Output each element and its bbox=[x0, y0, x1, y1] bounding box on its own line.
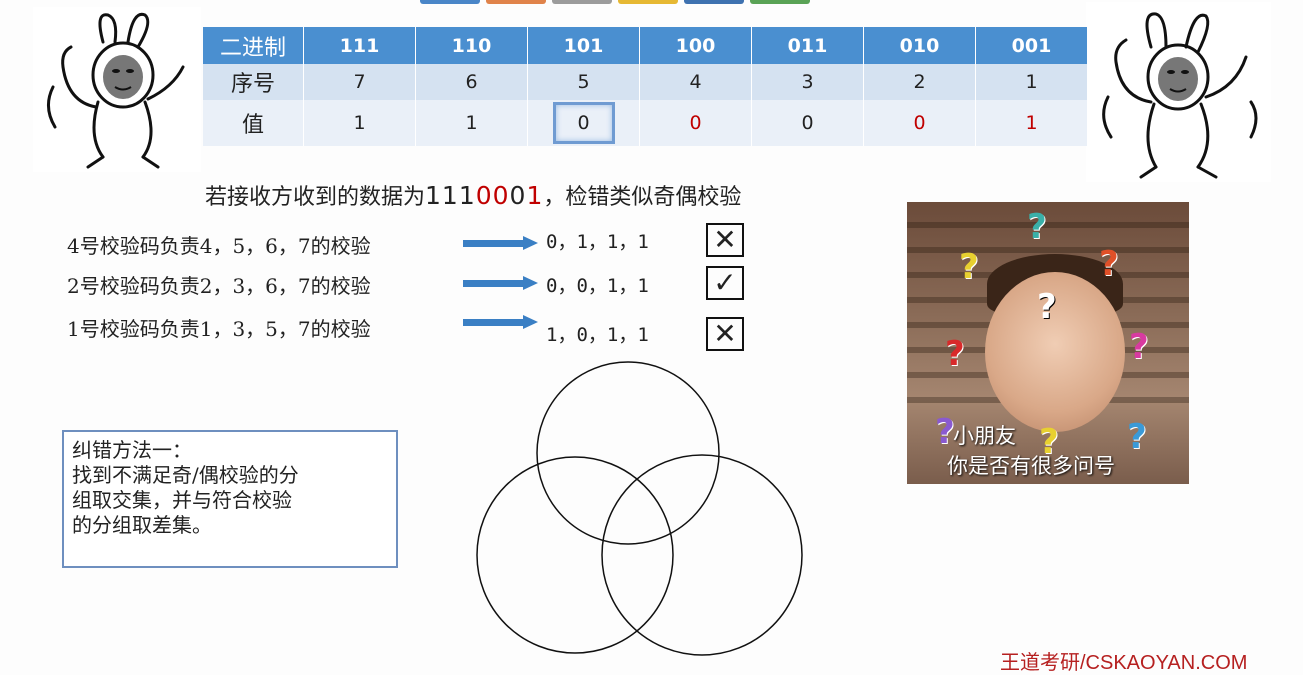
arrow-icon bbox=[463, 315, 538, 329]
binary-cell: 001 bbox=[975, 27, 1088, 64]
accent-tab bbox=[618, 0, 678, 4]
data-bits-red: 00 bbox=[475, 181, 510, 210]
caption-prefix: 若接收方收到的数据为 bbox=[205, 185, 426, 210]
check-line-1: 1号校验码负责1，3，5，7的校验 bbox=[67, 317, 371, 341]
data-bits-black: 111 bbox=[425, 181, 476, 210]
accent-tab bbox=[552, 0, 612, 4]
cross-mark-icon: ✕ bbox=[706, 223, 744, 257]
binary-cell: 101 bbox=[527, 27, 640, 64]
value-cell: 1 bbox=[303, 100, 416, 146]
accent-tab bbox=[684, 0, 744, 4]
question-mark-icon: ? bbox=[1127, 417, 1147, 457]
arrow-icon bbox=[463, 236, 538, 250]
check-values-1: 1，0，1，1 bbox=[546, 324, 649, 346]
check-values-2: 0，0，1，1 bbox=[546, 275, 649, 297]
row-header-index: 序号 bbox=[203, 64, 304, 100]
index-cell: 7 bbox=[303, 64, 416, 100]
value-cell: 1 bbox=[415, 100, 528, 146]
accent-tab bbox=[750, 0, 810, 4]
value-cell: 0 bbox=[639, 100, 752, 146]
question-mark-icon: ? bbox=[959, 247, 979, 287]
meme-caption-line-2: 你是否有很多问号 bbox=[947, 454, 1115, 478]
check-values-4: 0，1，1，1 bbox=[546, 231, 649, 253]
data-bits-red: 1 bbox=[526, 181, 544, 210]
index-cell: 5 bbox=[527, 64, 640, 100]
venn-circle-top bbox=[536, 361, 720, 545]
index-cell: 1 bbox=[975, 64, 1088, 100]
question-mark-icon: ? bbox=[1037, 287, 1057, 327]
bunny-drawing bbox=[47, 12, 185, 169]
check-line-4: 4号校验码负责4，5，6，7的校验 bbox=[67, 234, 371, 258]
note-line: 找到不满足奇/偶校验的分 bbox=[72, 463, 299, 487]
value-cell: 0 bbox=[751, 100, 864, 146]
meme-caption-line-1: 小朋友 bbox=[953, 424, 1016, 448]
bunny-sticker-left bbox=[33, 7, 201, 172]
index-row: 序号 7 6 5 4 3 2 1 bbox=[203, 64, 1088, 100]
value-cell: 0 bbox=[863, 100, 976, 146]
question-mark-icon: ? bbox=[1129, 327, 1149, 367]
check-mark-icon: ✓ bbox=[706, 266, 744, 300]
binary-cell: 011 bbox=[751, 27, 864, 64]
value-cell: 0 bbox=[527, 100, 640, 146]
index-cell: 3 bbox=[751, 64, 864, 100]
question-mark-icon: ? bbox=[1027, 207, 1047, 247]
question-mark-icon: ? bbox=[1099, 244, 1119, 284]
question-marks-meme: ? ? ? ? ? ? ? ? ? 小朋友 你是否有很多问号 bbox=[907, 202, 1189, 484]
data-bits-black: 0 bbox=[509, 181, 527, 210]
venn-circle-right bbox=[601, 454, 803, 656]
index-cell: 2 bbox=[863, 64, 976, 100]
row-header-value: 值 bbox=[203, 100, 304, 146]
index-cell: 4 bbox=[639, 64, 752, 100]
value-cell: 1 bbox=[975, 100, 1088, 146]
binary-cell: 100 bbox=[639, 27, 752, 64]
highlighted-value-box: 0 bbox=[552, 102, 615, 144]
note-line: 组取交集，并与符合校验 bbox=[72, 488, 292, 512]
binary-cell: 110 bbox=[415, 27, 528, 64]
brand-watermark: 王道考研/CSKAOYAN.COM bbox=[1000, 652, 1248, 674]
question-mark-icon: ? bbox=[945, 334, 965, 374]
note-line: 纠错方法一： bbox=[72, 438, 192, 462]
check-line-2: 2号校验码负责2，3，6，7的校验 bbox=[67, 274, 371, 298]
hamming-table: 二进制 111 110 101 100 011 010 001 序号 7 6 5… bbox=[203, 27, 1088, 146]
cross-mark-icon: ✕ bbox=[706, 317, 744, 351]
value-row: 值 1 1 0 0 0 0 1 bbox=[203, 100, 1088, 146]
note-line: 的分组取差集。 bbox=[72, 513, 212, 537]
accent-tab bbox=[486, 0, 546, 4]
binary-cell: 111 bbox=[303, 27, 416, 64]
venn-circle-left bbox=[476, 456, 674, 654]
received-data-caption: 若接收方收到的数据为1110001，检错类似奇偶校验 bbox=[205, 179, 741, 211]
correction-method-note: 纠错方法一： 找到不满足奇/偶校验的分 组取交集，并与符合校验 的分组取差集。 bbox=[62, 430, 398, 568]
accent-tab bbox=[420, 0, 480, 4]
top-accent-bar bbox=[420, 0, 810, 4]
venn-diagram bbox=[476, 361, 803, 656]
index-cell: 6 bbox=[415, 64, 528, 100]
binary-row: 二进制 111 110 101 100 011 010 001 bbox=[203, 27, 1088, 64]
bunny-drawing bbox=[1102, 12, 1258, 179]
bunny-sticker-right bbox=[1086, 2, 1271, 182]
binary-cell: 010 bbox=[863, 27, 976, 64]
caption-suffix: ，检错类似奇偶校验 bbox=[543, 185, 742, 210]
question-mark-icon: ? bbox=[935, 412, 955, 452]
arrow-icon bbox=[463, 276, 538, 290]
row-header-binary: 二进制 bbox=[203, 27, 304, 64]
